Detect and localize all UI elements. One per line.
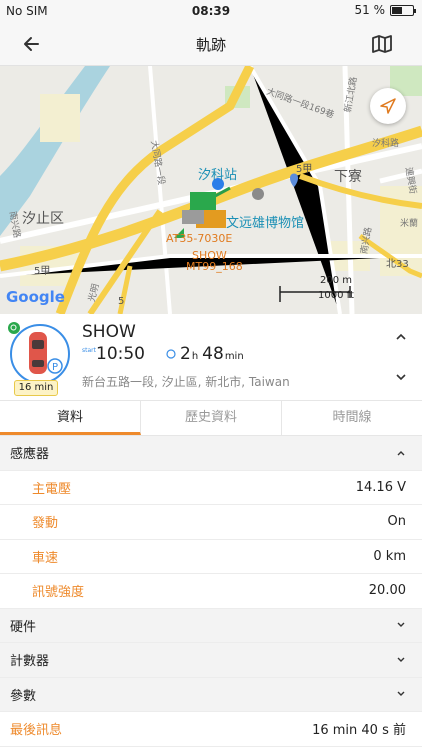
tab-timeline[interactable]: 時間線	[282, 401, 422, 435]
sensor-speed-value: 0 km	[373, 548, 406, 564]
google-logo: Google	[6, 288, 65, 306]
location-arrow-icon	[380, 98, 396, 114]
section-hardware-label: 硬件	[10, 619, 37, 635]
sensor-voltage-label: 主電壓	[32, 481, 72, 497]
duration-hours: 2	[180, 344, 191, 364]
map-label-district: 汐止区	[22, 211, 64, 227]
sensor-row-signal: 訊號強度 20.00	[0, 574, 422, 609]
sensor-row-voltage: 主電壓 14.16 V	[0, 471, 422, 505]
road-label-5a: 5甲	[34, 266, 51, 277]
section-sensors[interactable]: 感應器	[0, 436, 422, 471]
sensor-speed-label: 車速	[32, 550, 59, 566]
section-hardware[interactable]: 硬件	[0, 608, 422, 643]
chevron-down-icon	[397, 622, 405, 628]
start-time: 10:50	[96, 344, 145, 364]
vehicle-name: SHOW	[82, 322, 136, 342]
section-sensors-label: 感應器	[10, 447, 50, 463]
vehicle-id-label: MT99_168	[186, 260, 243, 273]
svg-text:P: P	[52, 362, 58, 373]
map-label-museum: 文远雄博物馆	[226, 216, 305, 231]
street-label-9: 米蘭	[400, 219, 419, 229]
last-message-row: 最後訊息 16 min 40 s 前	[0, 712, 422, 747]
chevron-up-icon	[397, 450, 405, 456]
tab-data[interactable]: 資料	[0, 401, 141, 435]
road-label-bei33: 北33	[386, 259, 409, 270]
trip-duration: 2 h 48 min	[166, 344, 244, 364]
tab-history[interactable]: 歷史資料	[141, 401, 282, 435]
section-counter[interactable]: 計數器	[0, 643, 422, 678]
my-location-button[interactable]	[370, 88, 406, 124]
map-label-station: 汐科站	[198, 168, 238, 183]
sensor-row-ignition: 發動 On	[0, 505, 422, 540]
road-label-5b: 5甲	[296, 164, 313, 175]
elapsed-badge: 16 min	[14, 380, 58, 396]
chevron-down-icon	[397, 657, 405, 662]
vehicle-card[interactable]: P 16 min SHOW start 10:50 2 h 48 min 新台五…	[0, 314, 422, 400]
street-label-4: 汐科路	[372, 139, 400, 149]
scale-imperial: 1000 ft	[318, 290, 354, 301]
map-label-xialiao: 下寮	[334, 169, 362, 185]
clock-icon	[166, 349, 176, 359]
page-title: 軌跡	[195, 36, 226, 54]
start-label: start	[82, 347, 96, 354]
nav-bar: 軌跡	[0, 22, 422, 66]
chevron-down-icon	[397, 691, 405, 697]
details-list: 感應器 主電壓 14.16 V 發動 On 車速 0 km 訊號強度 20.00…	[0, 436, 422, 747]
sensor-ignition-value: On	[387, 514, 406, 530]
sensor-signal-value: 20.00	[368, 583, 406, 599]
last-message-value: 16 min 40 s 前	[312, 723, 406, 739]
battery-fill	[392, 6, 403, 14]
section-params[interactable]: 參數	[0, 677, 422, 712]
map-type-icon[interactable]	[370, 32, 394, 56]
chevron-down-icon[interactable]	[394, 370, 408, 384]
car-icon: P	[29, 332, 63, 374]
sensor-voltage-value: 14.16 V	[355, 479, 406, 495]
chevron-up-icon[interactable]	[394, 330, 408, 344]
duration-hours-unit: h	[191, 351, 199, 362]
sensor-ignition-label: 發動	[32, 516, 59, 532]
section-params-label: 參數	[10, 688, 37, 704]
scale-metric: 200 m	[320, 275, 353, 286]
section-counter-label: 計數器	[10, 654, 50, 670]
map-canvas	[0, 66, 422, 314]
search-badge-icon	[8, 322, 20, 334]
battery-percent: 51 %	[354, 3, 386, 17]
tab-bar: 資料 歷史資料 時間線	[0, 400, 422, 436]
map-view[interactable]: 汐科站 文远雄博物馆 汐止区 下寮 AT35-7030E SHOW MT99_1…	[0, 66, 422, 314]
duration-minutes-unit: min	[224, 351, 244, 362]
duration-minutes: 48	[202, 344, 224, 364]
sensor-signal-label: 訊號強度	[32, 585, 85, 601]
vehicle-address: 新台五路一段, 汐止區, 新北市, Taiwan	[82, 375, 290, 389]
road-label-5: 5	[118, 296, 125, 307]
sensor-row-speed: 車速 0 km	[0, 540, 422, 574]
vehicle-plate-label: AT35-7030E	[166, 232, 233, 245]
status-bar: No SIM 08:39 51 %	[0, 0, 422, 22]
battery-icon	[390, 4, 416, 16]
status-icons: 51 %	[354, 3, 416, 17]
last-message-label: 最後訊息	[10, 723, 63, 739]
